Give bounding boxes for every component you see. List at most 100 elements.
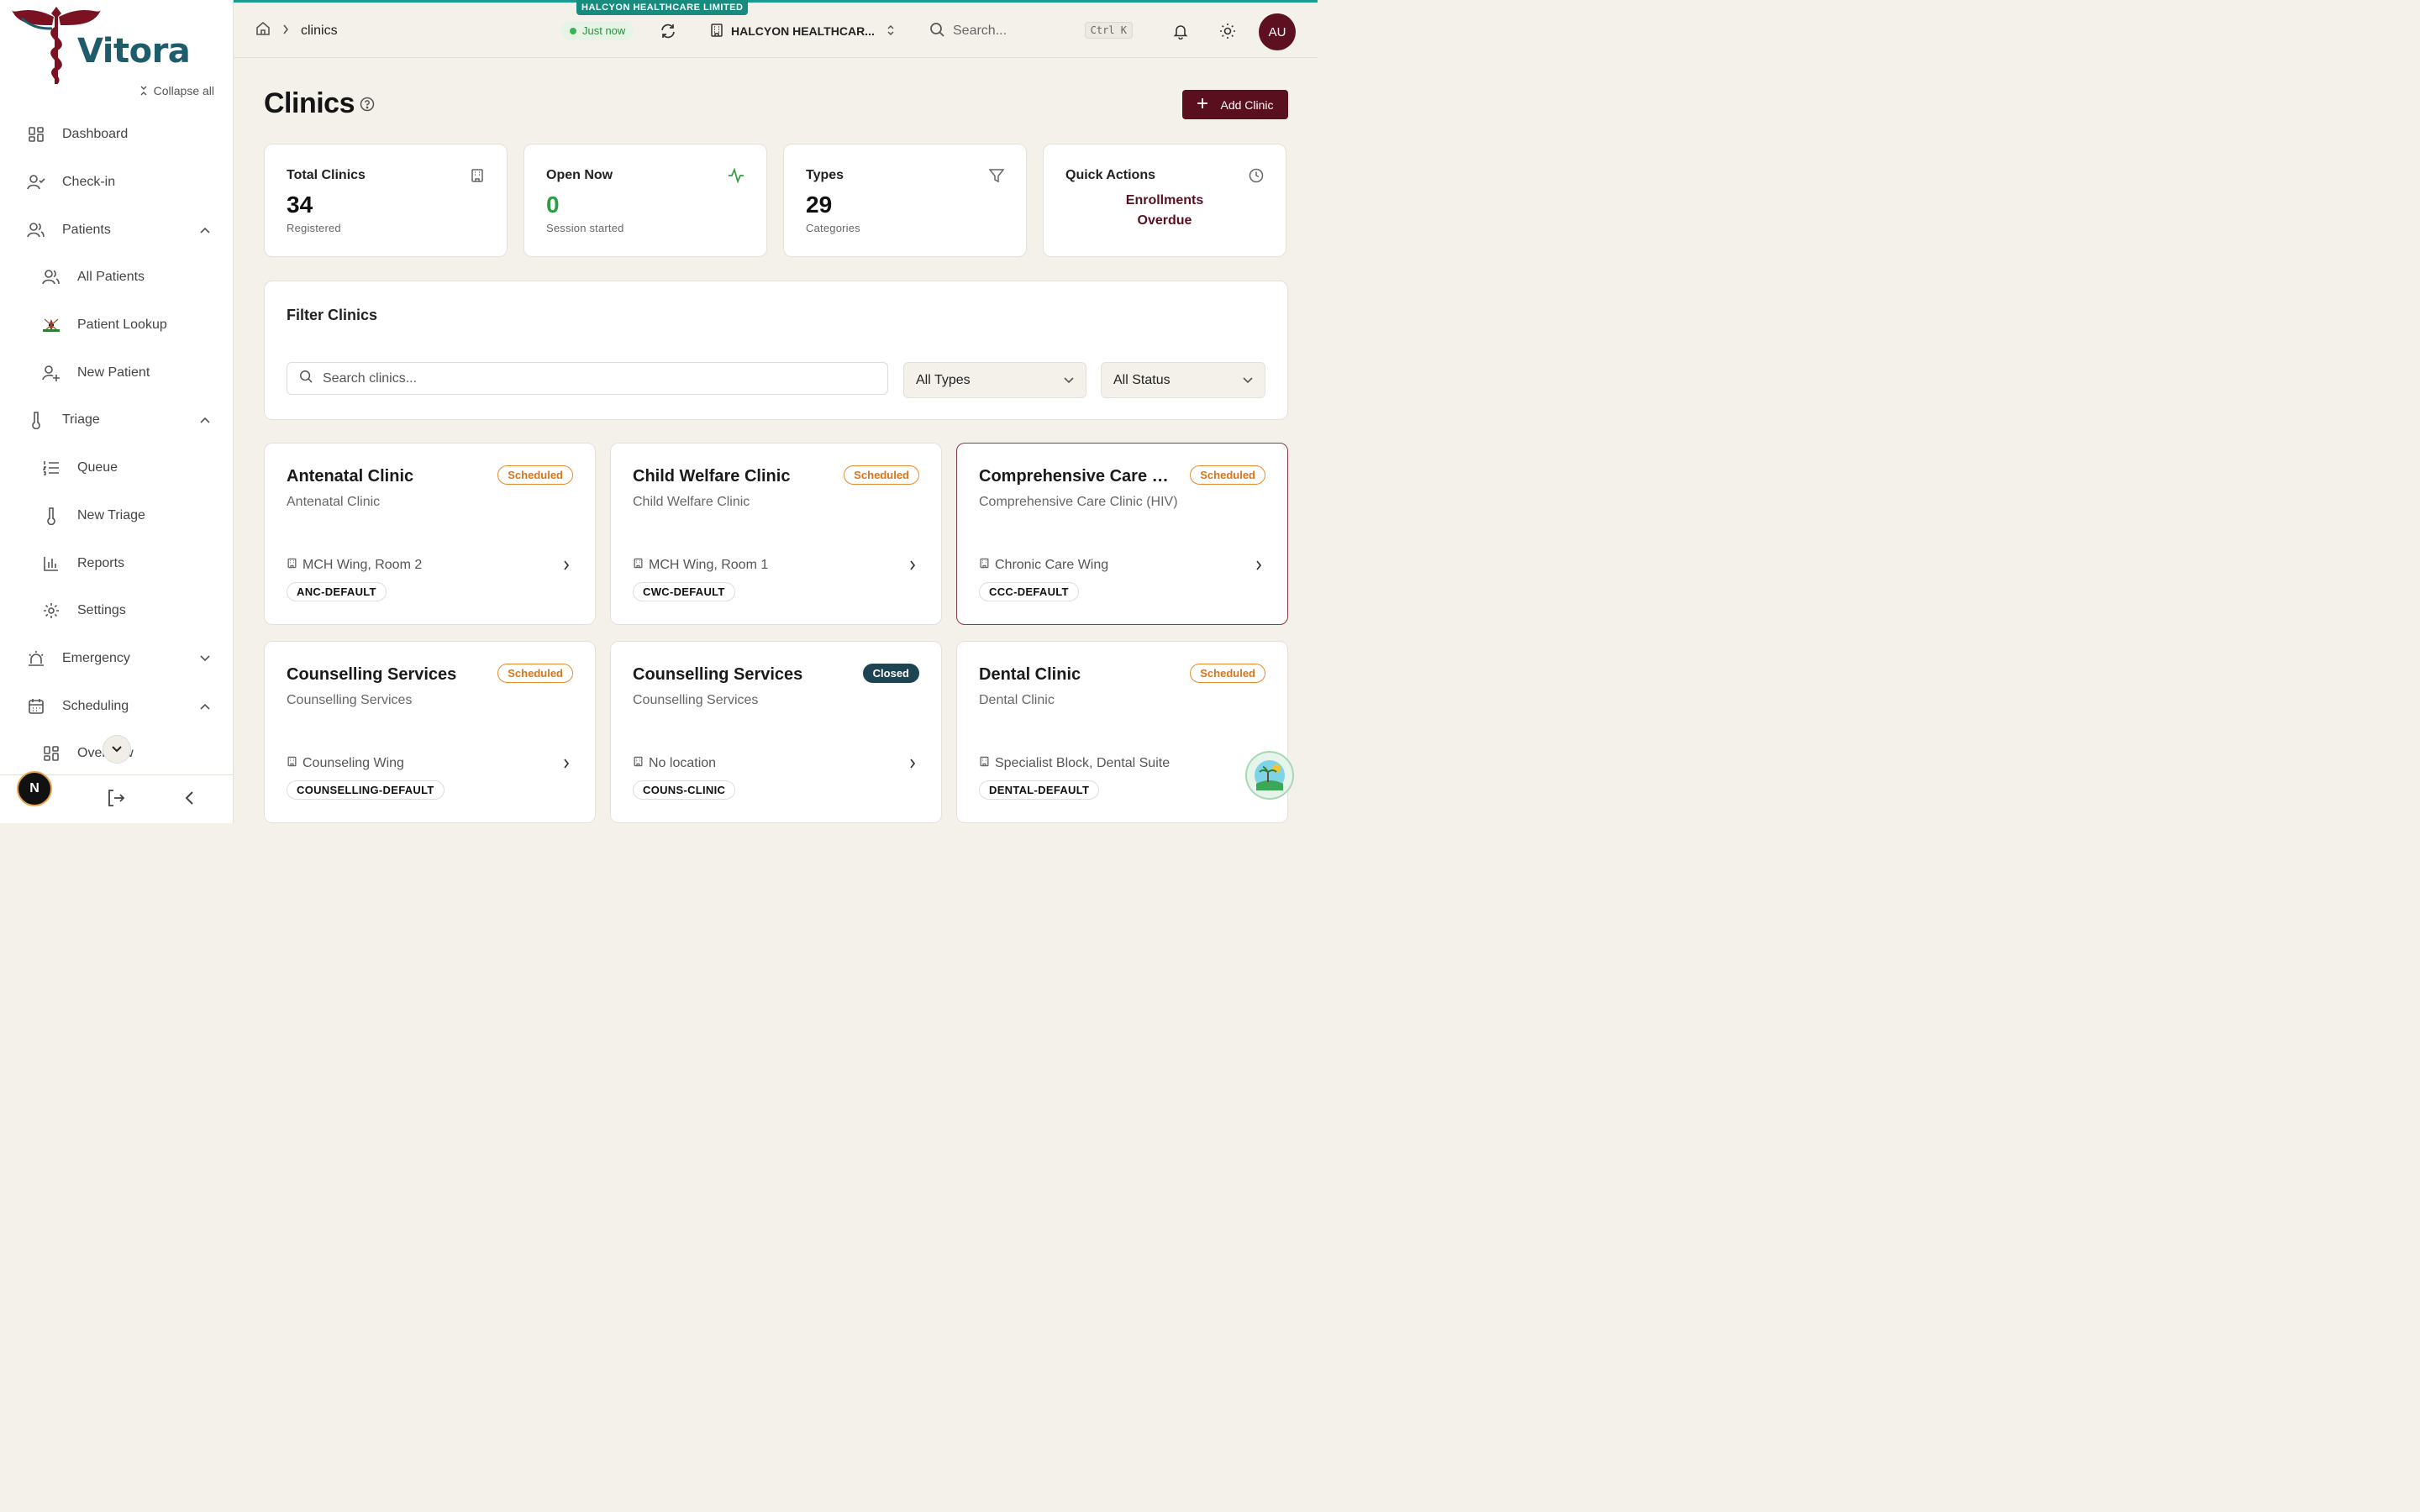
list-ordered-icon [42, 459, 60, 477]
sidebar-item-emergency[interactable]: Emergency [0, 635, 234, 683]
sidebar-item-label: Emergency [62, 650, 130, 665]
account-avatar[interactable]: N [17, 771, 52, 806]
sidebar-item-settings[interactable]: Settings [0, 587, 234, 635]
chevron-right-icon[interactable] [563, 758, 570, 774]
sidebar-item-scheduling[interactable]: Scheduling [0, 682, 234, 730]
chevron-right-icon[interactable] [909, 559, 916, 575]
filter-card: Filter Clinics Search clinics... All Typ… [264, 281, 1288, 420]
logout-button[interactable] [106, 788, 126, 812]
clinic-card[interactable]: Antenatal Clinic Antenatal Clinic Schedu… [264, 443, 596, 625]
clinic-location: No location [633, 756, 716, 771]
chevron-right-icon[interactable] [563, 559, 570, 575]
chevron-up-icon [200, 223, 210, 238]
theme-toggle-button[interactable] [1219, 23, 1236, 44]
overdue-link[interactable]: Overdue [1065, 213, 1264, 228]
clinic-card[interactable]: Child Welfare Clinic Child Welfare Clini… [610, 443, 942, 625]
clinic-type: Counselling Services [287, 693, 413, 707]
clinic-card[interactable]: Counselling Services Counselling Service… [264, 641, 596, 823]
clinic-location-text: Chronic Care Wing [995, 558, 1109, 572]
sidebar-item-label: Queue [77, 460, 118, 475]
building-icon [979, 756, 990, 771]
clinic-location-text: MCH Wing, Room 1 [649, 558, 769, 572]
sync-status-badge: Just now [561, 21, 634, 40]
notifications-button[interactable] [1172, 23, 1189, 44]
filter-icon [988, 168, 1005, 187]
stat-sub: Session started [546, 222, 624, 234]
chevron-up-icon [200, 412, 210, 428]
clinic-card[interactable]: Comprehensive Care Cl... Comprehensive C… [956, 443, 1288, 625]
clinic-card[interactable]: Counselling Services Counselling Service… [610, 641, 942, 823]
sidebar-item-dashboard[interactable]: Dashboard [0, 111, 234, 159]
patients-icon [27, 221, 45, 239]
sidebar-item-triage[interactable]: Triage [0, 396, 234, 444]
assistant-float-button[interactable] [1245, 751, 1294, 800]
sidebar-item-label: All Patients [77, 270, 145, 285]
sidebar-item-queue[interactable]: Queue [0, 444, 234, 492]
dashboard-icon [27, 125, 45, 144]
bar-chart-icon [42, 554, 60, 573]
breadcrumb-current: clinics [301, 23, 338, 38]
stat-value: 34 [287, 192, 313, 218]
building-icon [633, 558, 644, 573]
stat-label: Total Clinics [287, 168, 366, 182]
home-icon[interactable] [255, 21, 271, 40]
collapse-all-button[interactable]: Collapse all [139, 84, 214, 97]
building-icon [470, 168, 485, 187]
logout-icon [108, 790, 125, 806]
organization-select[interactable]: HALCYON HEALTHCAR... [699, 16, 899, 46]
sidebar-item-all-patients[interactable]: All Patients [0, 254, 234, 302]
sidebar-item-patients[interactable]: Patients [0, 206, 234, 254]
add-clinic-button[interactable]: Add Clinic [1182, 90, 1288, 119]
gear-icon [42, 601, 60, 620]
type-select[interactable]: All Types [903, 362, 1086, 398]
sidebar-item-label: New Triage [77, 507, 145, 522]
sidebar-item-label: Check-in [62, 175, 116, 190]
sidebar-item-check-in[interactable]: Check-in [0, 159, 234, 207]
sun-icon [1220, 24, 1235, 39]
chevron-down-icon [1243, 373, 1253, 388]
sidebar-item-label: New Patient [77, 365, 150, 380]
clinic-search-input[interactable]: Search clinics... [287, 362, 888, 395]
sidebar-item-new-triage[interactable]: New Triage [0, 492, 234, 540]
clinic-location-text: Specialist Block, Dental Suite [995, 756, 1171, 770]
clinic-type: Antenatal Clinic [287, 495, 381, 509]
chevron-right-icon[interactable] [1255, 559, 1262, 575]
clinic-code: COUNS-CLINIC [633, 780, 736, 800]
stat-label: Quick Actions [1065, 168, 1155, 182]
enrollments-link[interactable]: Enrollments [1065, 193, 1264, 208]
chevron-down-icon [112, 746, 122, 753]
sidebar-item-label: Reports [77, 555, 125, 570]
org-banner: HALCYON HEALTHCARE LIMITED [576, 0, 749, 15]
siren-icon [27, 649, 45, 668]
clinic-location-text: No location [649, 756, 717, 770]
status-select[interactable]: All Status [1101, 362, 1265, 398]
user-avatar[interactable]: AU [1259, 13, 1296, 50]
stat-value: 29 [806, 192, 833, 218]
clinic-type: Child Welfare Clinic [633, 495, 750, 509]
chevron-right-icon[interactable] [909, 758, 916, 774]
clinic-name: Child Welfare Clinic [633, 467, 791, 486]
vitora-logo[interactable]: Vitora [10, 0, 191, 87]
global-search-input[interactable]: Search... Ctrl K [918, 14, 1141, 48]
help-icon[interactable] [360, 97, 375, 116]
status-badge: Scheduled [844, 465, 919, 485]
refresh-button[interactable] [660, 23, 676, 44]
building-icon [287, 756, 297, 771]
scroll-down-button[interactable] [103, 735, 131, 764]
refresh-icon [661, 24, 675, 39]
sidebar-item-reports[interactable]: Reports [0, 539, 234, 587]
chevron-right-icon [282, 24, 289, 39]
check-in-icon [27, 173, 45, 192]
sidebar-item-new-patient[interactable]: New Patient [0, 349, 234, 396]
stat-label: Open Now [546, 168, 613, 182]
sidebar-item-patient-lookup[interactable]: Patient Lookup [0, 302, 234, 349]
filter-title: Filter Clinics [287, 307, 378, 323]
clinic-location: Specialist Block, Dental Suite [979, 756, 1170, 771]
clinic-name: Counselling Services [633, 665, 803, 684]
clinic-location-text: Counseling Wing [302, 756, 404, 770]
brand-name: Vitora [77, 32, 191, 71]
sync-status-label: Just now [582, 24, 626, 37]
collapse-sidebar-button[interactable] [183, 790, 195, 811]
clinic-card[interactable]: Dental Clinic Dental Clinic Scheduled Sp… [956, 641, 1288, 823]
thermometer-icon [42, 507, 60, 525]
